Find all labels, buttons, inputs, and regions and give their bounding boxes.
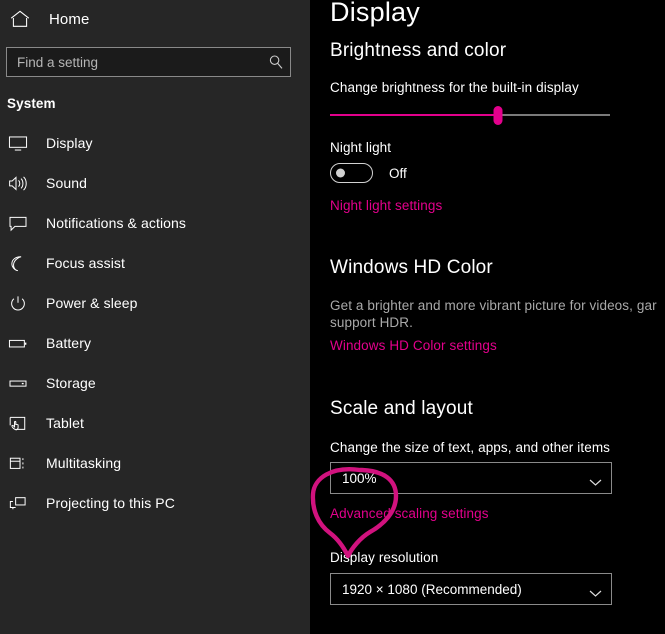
battery-icon (5, 332, 31, 354)
brightness-slider-label: Change brightness for the built-in displ… (330, 80, 579, 95)
resolution-dropdown-value: 1920 × 1080 (Recommended) (342, 581, 522, 597)
chevron-down-icon (589, 474, 602, 486)
sidebar-item-power-sleep[interactable]: Power & sleep (0, 283, 310, 323)
projecting-icon (5, 492, 31, 514)
sidebar-item-label: Sound (46, 175, 87, 191)
sidebar-item-focus-assist[interactable]: Focus assist (0, 243, 310, 283)
night-light-label: Night light (330, 140, 392, 155)
sidebar-item-label: Projecting to this PC (46, 495, 175, 511)
search-box[interactable] (6, 47, 291, 77)
resolution-dropdown[interactable]: 1920 × 1080 (Recommended) (330, 573, 612, 605)
advanced-scaling-settings-link[interactable]: Advanced scaling settings (330, 506, 489, 521)
night-light-toggle-state: Off (389, 165, 407, 181)
hd-color-description-line-2: support HDR. (330, 315, 413, 330)
scale-dropdown[interactable]: 100% (330, 462, 612, 494)
sidebar-item-battery[interactable]: Battery (0, 323, 310, 363)
hd-color-description-line-1: Get a brighter and more vibrant picture … (330, 298, 657, 313)
speaker-icon (5, 172, 31, 194)
windows-hd-color-heading: Windows HD Color (330, 257, 493, 278)
moon-icon (5, 252, 31, 274)
scale-dropdown-value: 100% (342, 470, 377, 486)
tablet-hand-icon (5, 412, 31, 434)
brightness-slider-thumb[interactable] (493, 106, 503, 125)
toggle-knob (336, 168, 345, 178)
chevron-down-icon (589, 585, 602, 597)
home-label: Home (49, 10, 90, 28)
chat-bubble-icon (5, 212, 31, 234)
night-light-toggle[interactable] (330, 163, 373, 183)
sidebar-item-label: Focus assist (46, 255, 125, 271)
sidebar-item-multitasking[interactable]: Multitasking (0, 443, 310, 483)
windows-hd-color-settings-link[interactable]: Windows HD Color settings (330, 338, 497, 353)
sidebar-item-tablet[interactable]: Tablet (0, 403, 310, 443)
brightness-slider-fill (330, 114, 498, 116)
multitasking-icon (5, 452, 31, 474)
sidebar-nav: Display Sound Notifications & actions Fo… (0, 123, 310, 523)
sidebar-item-label: Display (46, 135, 93, 151)
sidebar-item-storage[interactable]: Storage (0, 363, 310, 403)
sidebar-item-notifications[interactable]: Notifications & actions (0, 203, 310, 243)
page-title: Display (330, 0, 420, 27)
sidebar-item-display[interactable]: Display (0, 123, 310, 163)
night-light-settings-link[interactable]: Night light settings (330, 198, 442, 213)
sidebar-item-projecting[interactable]: Projecting to this PC (0, 483, 310, 523)
settings-window: Home System Display (0, 0, 665, 634)
scale-and-layout-heading: Scale and layout (330, 398, 473, 419)
sidebar-item-label: Battery (46, 335, 92, 351)
monitor-icon (5, 132, 31, 154)
brightness-and-color-heading: Brightness and color (330, 40, 507, 61)
sidebar-item-label: Storage (46, 375, 96, 391)
settings-sidebar: Home System Display (0, 0, 310, 634)
night-light-toggle-row: Off (330, 163, 665, 183)
power-icon (5, 292, 31, 314)
sidebar-item-sound[interactable]: Sound (0, 163, 310, 203)
sidebar-item-label: Power & sleep (46, 295, 138, 311)
sidebar-item-label: Multitasking (46, 455, 122, 471)
display-settings-panel: Display Brightness and color Change brig… (310, 0, 665, 634)
scale-label: Change the size of text, apps, and other… (330, 440, 611, 455)
home-nav-button[interactable]: Home (0, 2, 310, 36)
sidebar-item-label: Tablet (46, 415, 84, 431)
search-icon[interactable] (268, 54, 284, 70)
sidebar-item-label: Notifications & actions (46, 215, 187, 231)
search-input[interactable] (17, 54, 268, 70)
drive-icon (5, 372, 31, 394)
home-icon (9, 9, 31, 29)
brightness-slider[interactable] (330, 103, 610, 127)
sidebar-section-label: System (7, 96, 56, 111)
display-resolution-label: Display resolution (330, 550, 439, 565)
